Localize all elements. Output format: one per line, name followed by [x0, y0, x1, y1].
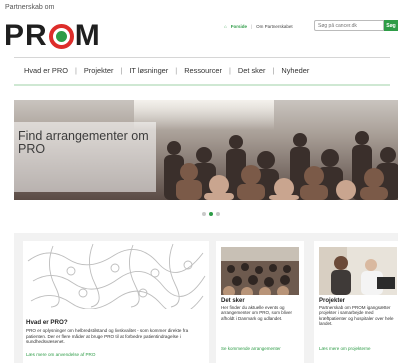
slider-dot-2[interactable] — [209, 212, 213, 216]
card-pro-link[interactable]: Læs mere om anvendelse af PRO — [26, 352, 95, 357]
logo-text-right: M — [74, 19, 101, 52]
slider-dots — [202, 212, 220, 216]
card-pro-text: PRO er oplysninger om helbredstilstand o… — [26, 328, 189, 345]
card-pro-title: Hvad er PRO? — [26, 319, 68, 326]
prom-logo[interactable]: PR M — [4, 21, 101, 51]
nav-item-nyheder[interactable]: Nyheder — [281, 66, 309, 75]
nav-top-divider — [14, 57, 390, 58]
card-projekter-text: Partnerskab om PROM igangsætter projekte… — [319, 305, 394, 327]
card-det-sker-text: Her finder du aktuelle events og arrange… — [221, 305, 293, 321]
nav-bottom-divider — [14, 84, 390, 86]
main-nav: Hvad er PRO | Projekter | IT løsninger |… — [24, 66, 309, 75]
home-link[interactable]: Forside — [231, 24, 247, 29]
nav-item-it-losninger[interactable]: IT løsninger — [129, 66, 168, 75]
search-input[interactable] — [314, 20, 384, 31]
hero-slider[interactable]: Find arrangementer om PRO — [14, 100, 398, 200]
nav-item-projekter[interactable]: Projekter — [84, 66, 114, 75]
top-links: ⌂ Forside | Om Partnerskabet — [224, 24, 293, 29]
nav-separator: | — [120, 66, 123, 75]
top-link-separator: | — [250, 24, 253, 29]
logo-o-icon — [48, 23, 74, 49]
page: Partnerskab om PR M ⌂ Forside | Om Partn… — [0, 0, 398, 363]
card-det-sker-link[interactable]: Se kommende arrangementer — [221, 346, 281, 351]
card-projekter-link[interactable]: Læs mere om projekterne — [319, 346, 371, 351]
about-link[interactable]: Om Partnerskabet — [256, 24, 293, 29]
projekter-image[interactable] — [319, 247, 397, 295]
patient-photo — [319, 247, 397, 295]
det-sker-image[interactable] — [221, 247, 299, 295]
search-button[interactable]: Søg — [384, 20, 398, 31]
slider-dot-1[interactable] — [202, 212, 206, 216]
card-hvad-er-pro: Hvad er PRO? PRO er oplysninger om helbr… — [23, 241, 209, 363]
card-det-sker-title: Det sker — [221, 298, 245, 304]
slider-dot-3[interactable] — [216, 212, 220, 216]
card-projekter: Projekter Partnerskab om PROM igangsætte… — [314, 241, 398, 363]
hero-title: Find arrangementer om PRO — [18, 129, 149, 156]
brand-tagline: Partnerskab om — [5, 4, 55, 11]
conference-photo — [221, 247, 299, 295]
logo-text-left: PR — [4, 19, 48, 52]
nav-item-det-sker[interactable]: Det sker — [238, 66, 266, 75]
puzzle-illustration — [23, 241, 209, 309]
nav-item-ressourcer[interactable]: Ressourcer — [184, 66, 222, 75]
nav-separator: | — [175, 66, 178, 75]
nav-separator: | — [74, 66, 77, 75]
card-det-sker: Det sker Her finder du aktuelle events o… — [216, 241, 304, 363]
nav-item-hvad-er-pro[interactable]: Hvad er PRO — [24, 66, 68, 75]
card-projekter-title: Projekter — [319, 298, 346, 304]
nav-separator: | — [228, 66, 231, 75]
home-icon[interactable]: ⌂ — [224, 24, 227, 29]
nav-separator: | — [272, 66, 275, 75]
search-bar: Søg — [314, 20, 398, 31]
hero-caption-box[interactable]: Find arrangementer om PRO — [14, 122, 156, 192]
